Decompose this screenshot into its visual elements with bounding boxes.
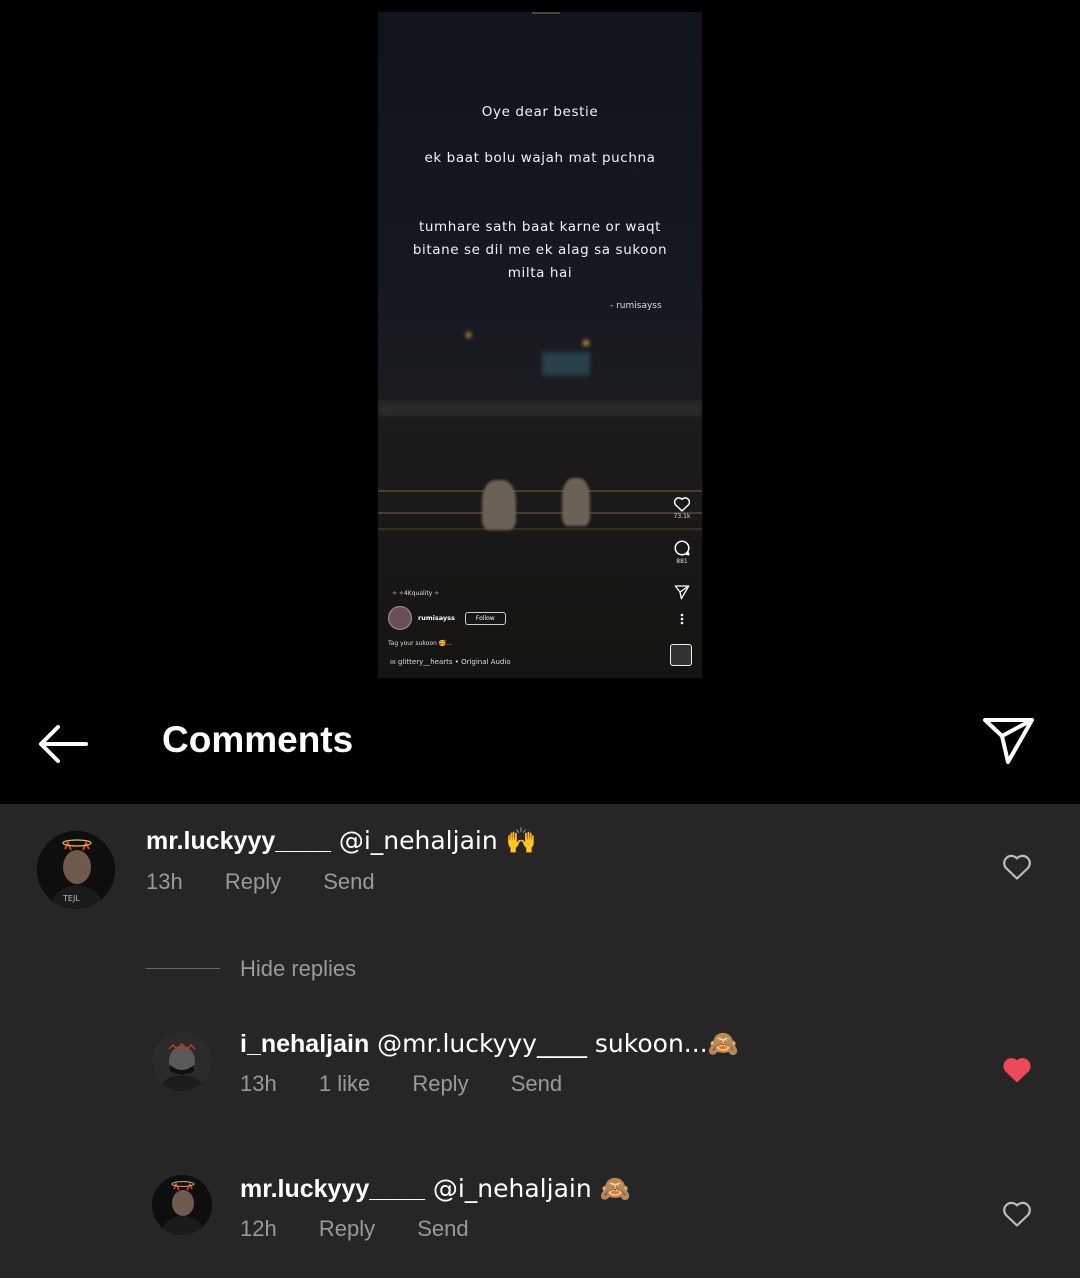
video-top-indicator bbox=[532, 12, 560, 14]
reply-body: @i_nehaljain 🙈 bbox=[424, 1174, 631, 1203]
like-button[interactable] bbox=[1002, 853, 1032, 881]
comment-time: 13h bbox=[146, 869, 183, 894]
railing bbox=[378, 490, 702, 492]
reel-like-count: 73.1k bbox=[673, 513, 691, 520]
comment-username[interactable]: mr.luckyyy____ bbox=[146, 827, 331, 855]
more-vertical-icon bbox=[680, 613, 684, 625]
reply-meta: 13h 1 like Reply Send bbox=[240, 1071, 598, 1097]
quote-credit: - rumisayss bbox=[610, 301, 662, 311]
reel-like-button[interactable]: 73.1k bbox=[670, 496, 694, 520]
like-button[interactable] bbox=[1002, 1200, 1032, 1228]
share-button[interactable] bbox=[980, 716, 1036, 766]
reply-button[interactable]: Reply bbox=[412, 1071, 468, 1097]
send-button[interactable]: Send bbox=[511, 1071, 562, 1097]
comments-header: Comments bbox=[0, 700, 1080, 804]
hide-replies-button[interactable]: Hide replies bbox=[240, 956, 356, 982]
reel-more-button[interactable] bbox=[670, 613, 694, 625]
audio-thumbnail[interactable] bbox=[670, 644, 692, 666]
back-button[interactable] bbox=[36, 720, 92, 768]
svg-text:TEJL: TEJL bbox=[62, 894, 80, 903]
reply-text: mr.luckyyy____ @i_nehaljain 🙈 bbox=[240, 1174, 631, 1204]
background-light bbox=[583, 340, 589, 346]
avatar-image: TEJL bbox=[37, 831, 115, 909]
like-button[interactable] bbox=[1002, 1056, 1032, 1084]
avatar-image bbox=[152, 1175, 212, 1235]
quote-line-2: ek baat bolu wajah mat puchna bbox=[424, 150, 656, 166]
author-username[interactable]: rumisayss bbox=[418, 614, 455, 622]
author-avatar[interactable] bbox=[388, 606, 412, 630]
follow-button[interactable]: Follow bbox=[464, 611, 506, 625]
heart-outline-icon bbox=[1003, 854, 1031, 880]
comment-text: mr.luckyyy____ @i_nehaljain 🙌 bbox=[146, 826, 537, 856]
reply-text: i_nehaljain @mr.luckyyy____ sukoon...🙈 bbox=[240, 1029, 739, 1059]
divider bbox=[146, 968, 220, 969]
reply-username[interactable]: i_nehaljain bbox=[240, 1030, 369, 1058]
comment-body: @i_nehaljain 🙌 bbox=[330, 826, 537, 855]
avatar-image bbox=[152, 1031, 212, 1091]
send-icon bbox=[674, 585, 690, 600]
avatar[interactable]: TEJL bbox=[37, 831, 115, 909]
reply-body: @mr.luckyyy____ sukoon...🙈 bbox=[369, 1029, 739, 1058]
avatar[interactable] bbox=[152, 1175, 212, 1235]
comments-list: TEJL mr.luckyyy____ @i_nehaljain 🙌 13h R… bbox=[0, 804, 1080, 1278]
heart-filled-icon bbox=[1003, 1058, 1031, 1083]
heart-outline-icon bbox=[1003, 1201, 1031, 1227]
send-icon bbox=[983, 718, 1034, 764]
heart-outline-icon bbox=[673, 497, 691, 512]
arrow-left-icon bbox=[39, 725, 88, 763]
background-light bbox=[466, 332, 471, 338]
reel-video-preview[interactable]: Oye dear bestie ek baat bolu wajah mat p… bbox=[378, 12, 702, 678]
send-button[interactable]: Send bbox=[417, 1216, 468, 1242]
send-button[interactable]: Send bbox=[323, 869, 374, 895]
reply-likes[interactable]: 1 like bbox=[319, 1071, 370, 1097]
background-sign bbox=[542, 352, 590, 376]
reel-author: rumisayss Follow bbox=[388, 606, 506, 630]
railing bbox=[378, 528, 702, 530]
reply-button[interactable]: Reply bbox=[319, 1216, 375, 1242]
quality-tag: ✧ ✧4Kquality ✧ bbox=[392, 590, 440, 597]
reel-share-button[interactable] bbox=[670, 584, 694, 600]
reply-meta: 12h Reply Send bbox=[240, 1216, 505, 1242]
reel-audio[interactable]: ııı glittery__hearts • Original Audio bbox=[390, 658, 511, 666]
reel-comment-count: 881 bbox=[676, 558, 688, 565]
reply-time: 12h bbox=[240, 1216, 277, 1241]
quote-line-1: Oye dear bestie bbox=[481, 104, 599, 120]
reel-comment-button[interactable]: 881 bbox=[670, 539, 694, 565]
reply-time: 13h bbox=[240, 1071, 277, 1096]
avatar[interactable] bbox=[152, 1031, 212, 1091]
reply-username[interactable]: mr.luckyyy____ bbox=[240, 1175, 425, 1203]
reel-caption[interactable]: Tag your sukoon 🥰... bbox=[388, 640, 452, 647]
comment-meta: 13h Reply Send bbox=[146, 869, 411, 895]
quote-line-3: tumhare sath baat karne or waqt bitane s… bbox=[412, 219, 668, 281]
background-horizon bbox=[378, 402, 702, 416]
reply-button[interactable]: Reply bbox=[225, 869, 281, 895]
person-silhouette bbox=[482, 480, 516, 530]
page-title: Comments bbox=[162, 719, 354, 760]
comment-bubble-icon bbox=[674, 540, 690, 556]
railing bbox=[378, 512, 702, 514]
person-silhouette bbox=[562, 478, 590, 526]
